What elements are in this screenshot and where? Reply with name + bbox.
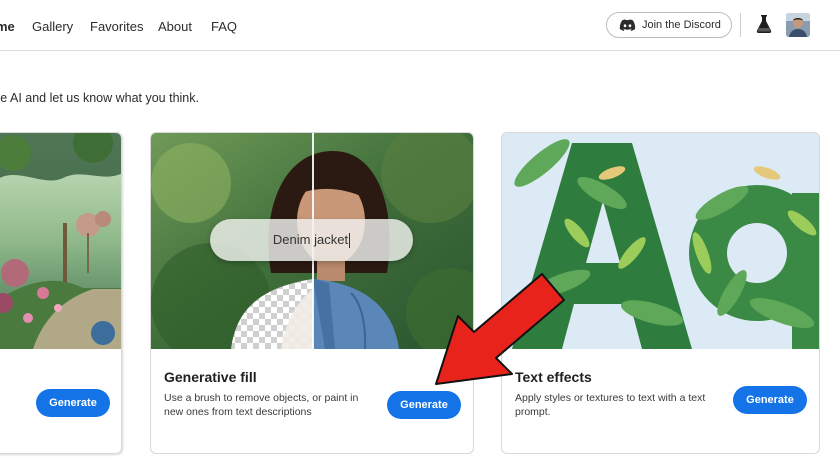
card-title: Text effects [515, 369, 592, 385]
nav-favorites[interactable]: Favorites [90, 19, 143, 34]
top-navigation-bar: me Gallery Favorites About FAQ Join the … [0, 0, 840, 51]
avatar[interactable] [786, 13, 810, 37]
nav-gallery[interactable]: Gallery [32, 19, 73, 34]
join-discord-button[interactable]: Join the Discord [606, 12, 732, 38]
user-avatar-icon [786, 13, 810, 37]
text-caret [349, 233, 351, 249]
nav-home[interactable]: me [0, 19, 15, 34]
flask-icon[interactable] [755, 14, 773, 34]
card-description: Use a brush to remove objects, or paint … [164, 392, 359, 418]
prompt-overlay: Denim jacket [210, 219, 413, 261]
generate-button[interactable]: Generate [36, 389, 110, 417]
nav-about[interactable]: About [158, 19, 192, 34]
card-image-fantasy-garden [0, 133, 121, 349]
discord-button-label: Join the Discord [642, 19, 721, 31]
text-to-image-card[interactable]: Generate [0, 132, 122, 454]
prompt-text: Denim jacket [272, 232, 349, 247]
nav-faq[interactable]: FAQ [211, 19, 237, 34]
card-description: Apply styles or textures to text with a … [515, 392, 706, 418]
header-divider [740, 13, 741, 37]
generate-button[interactable]: Generate [387, 391, 461, 419]
card-image-text-effects [502, 133, 819, 349]
card-title: Generative fill [164, 369, 257, 385]
generate-button[interactable]: Generate [733, 386, 807, 414]
generative-fill-card[interactable]: Denim jacket Generative fill Use a brush… [150, 132, 474, 454]
card-image-generative-fill: Denim jacket [151, 133, 473, 349]
text-effects-card[interactable]: Text effects Apply styles or textures to… [501, 132, 820, 454]
intro-text: ve AI and let us know what you think. [0, 91, 199, 105]
discord-icon [619, 19, 636, 31]
